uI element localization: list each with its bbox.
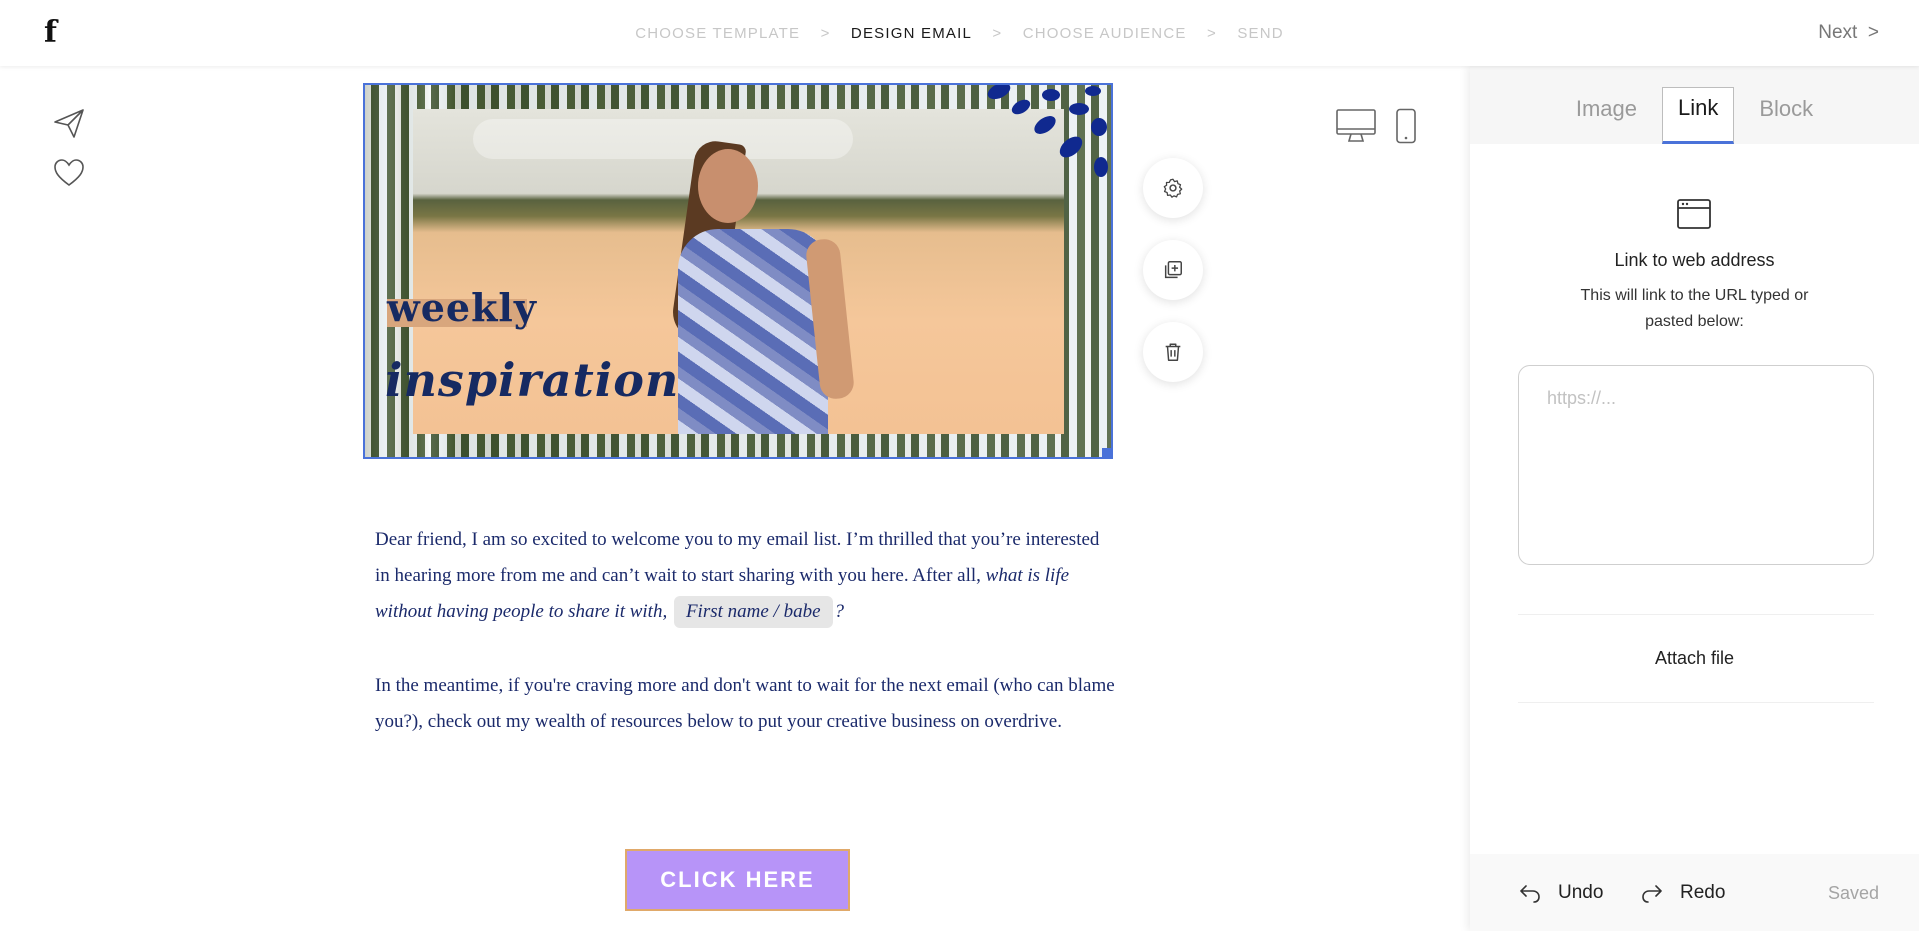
- panel-tabs: Image Link Block: [1470, 66, 1919, 144]
- browser-window-icon: [1676, 198, 1712, 235]
- link-description: This will link to the URL typed or paste…: [1580, 287, 1809, 330]
- undo-icon: [1520, 885, 1540, 903]
- step-send[interactable]: SEND: [1237, 25, 1283, 42]
- desktop-icon: [1336, 109, 1376, 142]
- divider: [1518, 614, 1874, 615]
- undo-button[interactable]: Undo: [1518, 881, 1603, 905]
- send-icon[interactable]: [52, 106, 86, 140]
- next-button[interactable]: Next >: [1818, 22, 1879, 44]
- email-paragraph-2[interactable]: In the meantime, if you're craving more …: [375, 668, 1115, 740]
- trash-icon: [1165, 343, 1181, 361]
- delete-block-button[interactable]: [1143, 322, 1203, 382]
- step-choose-audience[interactable]: CHOOSE AUDIENCE: [1023, 25, 1187, 42]
- hero-title-weekly: weekly: [387, 285, 537, 330]
- cta-button[interactable]: CLICK HERE: [625, 849, 850, 911]
- step-choose-template[interactable]: CHOOSE TEMPLATE: [635, 25, 800, 42]
- step-separator: >: [992, 24, 1003, 42]
- paragraph-2-text: In the meantime, if you're craving more …: [375, 675, 1115, 732]
- desktop-preview-toggle[interactable]: [1335, 108, 1377, 149]
- tab-link[interactable]: Link: [1662, 87, 1735, 144]
- properties-panel: Image Link Block Link to web address Thi…: [1470, 66, 1919, 931]
- tab-block[interactable]: Block: [1744, 87, 1828, 144]
- paragraph-1-end: ?: [834, 601, 845, 622]
- attach-file-button[interactable]: Attach file: [1470, 648, 1919, 669]
- gear-icon: [1163, 178, 1183, 198]
- url-input[interactable]: [1518, 365, 1874, 565]
- hero-title-inspiration: inspiration: [385, 353, 680, 407]
- undo-label: Undo: [1558, 882, 1604, 903]
- duplicate-icon: [1164, 261, 1182, 279]
- block-settings-button[interactable]: [1143, 158, 1203, 218]
- step-design-email[interactable]: DESIGN EMAIL: [851, 25, 972, 42]
- redo-label: Redo: [1680, 882, 1726, 903]
- redo-icon: [1642, 885, 1662, 903]
- heart-icon[interactable]: [52, 156, 86, 190]
- top-bar: f CHOOSE TEMPLATE > DESIGN EMAIL > CHOOS…: [0, 0, 1919, 66]
- step-separator: >: [1206, 24, 1217, 42]
- duplicate-block-button[interactable]: [1143, 240, 1203, 300]
- email-paragraph-1[interactable]: Dear friend, I am so excited to welcome …: [375, 522, 1115, 630]
- next-button-label: Next: [1818, 22, 1858, 43]
- hero-image-block[interactable]: weekly inspiration: [363, 83, 1113, 459]
- decorative-dots: [987, 85, 1108, 177]
- tab-image[interactable]: Image: [1561, 87, 1652, 144]
- merge-tag-first-name[interactable]: First name / babe: [673, 596, 833, 628]
- step-separator: >: [820, 24, 831, 42]
- link-title: Link to web address: [1614, 250, 1775, 270]
- step-breadcrumb: CHOOSE TEMPLATE > DESIGN EMAIL > CHOOSE …: [0, 24, 1919, 42]
- mobile-preview-toggle[interactable]: [1395, 108, 1417, 149]
- chevron-right-icon: >: [1867, 22, 1879, 43]
- save-status: Saved: [1827, 883, 1879, 903]
- resize-handle[interactable]: [1102, 448, 1111, 457]
- panel-footer: Undo Redo Saved: [1470, 854, 1919, 931]
- redo-button[interactable]: Redo: [1640, 881, 1725, 905]
- mobile-icon: [1396, 108, 1416, 144]
- divider: [1518, 702, 1874, 703]
